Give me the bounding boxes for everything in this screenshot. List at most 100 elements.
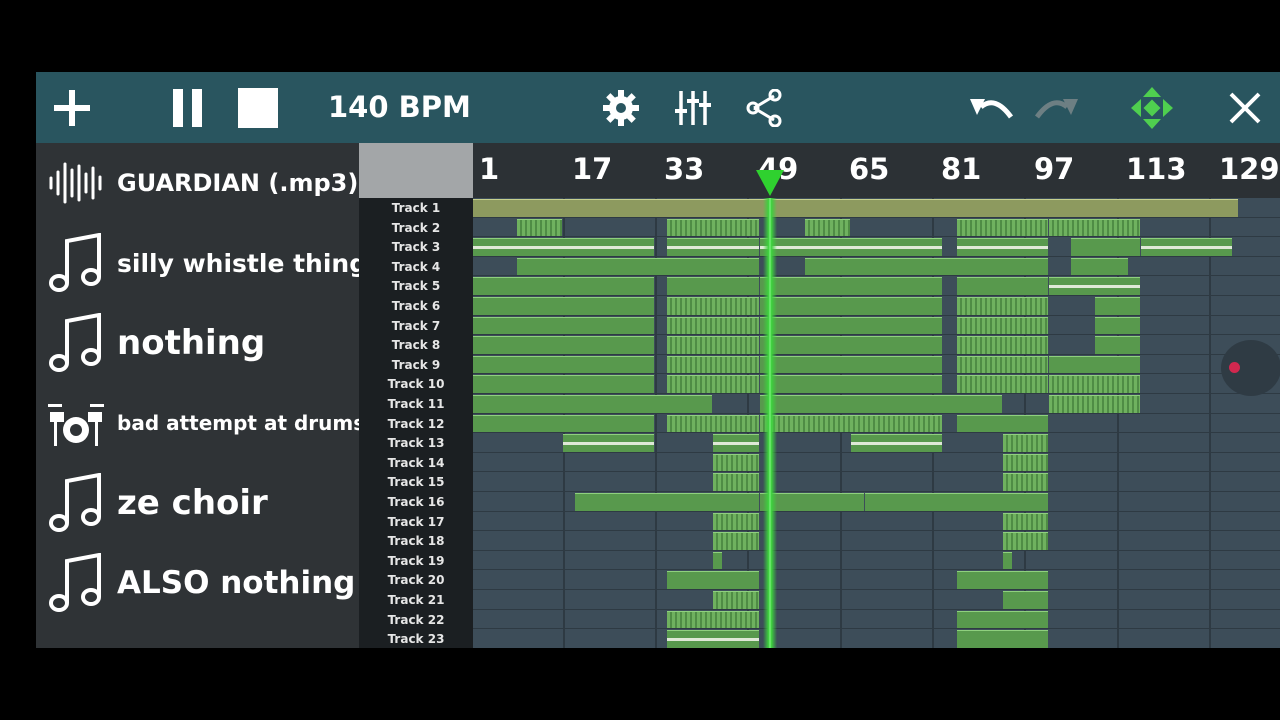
instrument-item[interactable]: GUARDIAN (.mp3) xyxy=(36,143,359,223)
pattern-clip[interactable] xyxy=(667,610,759,629)
close-button[interactable] xyxy=(1224,72,1266,143)
pattern-clip[interactable] xyxy=(667,414,759,433)
pattern-clip[interactable] xyxy=(473,395,712,413)
pattern-clip[interactable] xyxy=(1003,453,1048,472)
track-label[interactable]: Track 18 xyxy=(359,534,473,548)
instrument-item[interactable]: silly whistle thing xyxy=(36,223,359,303)
pause-button[interactable] xyxy=(168,72,208,143)
pattern-clip[interactable] xyxy=(667,316,759,335)
track-label[interactable]: Track 4 xyxy=(359,260,473,274)
pattern-clip[interactable] xyxy=(713,551,722,570)
track-label[interactable]: Track 9 xyxy=(359,358,473,372)
stop-button[interactable] xyxy=(236,72,280,143)
track-label[interactable]: Track 11 xyxy=(359,397,473,411)
pattern-clip[interactable] xyxy=(957,630,1048,648)
track-label[interactable]: Track 7 xyxy=(359,319,473,333)
settings-button[interactable] xyxy=(600,72,642,143)
pattern-clip[interactable] xyxy=(957,336,1048,354)
pattern-clip[interactable] xyxy=(473,277,654,295)
pattern-clip[interactable] xyxy=(851,434,942,452)
pattern-clip[interactable] xyxy=(667,571,759,589)
instrument-item[interactable]: bad attempt at drums xyxy=(36,383,359,463)
share-button[interactable] xyxy=(744,72,784,143)
pattern-clip[interactable] xyxy=(713,453,759,472)
pattern-clip[interactable] xyxy=(760,414,942,433)
redo-button[interactable] xyxy=(1032,72,1080,143)
pattern-clip[interactable] xyxy=(667,297,759,315)
pattern-clip[interactable] xyxy=(517,218,562,237)
pattern-clip[interactable] xyxy=(1095,316,1140,335)
pattern-clip[interactable] xyxy=(760,355,942,374)
pattern-clip[interactable] xyxy=(760,238,942,256)
track-label[interactable]: Track 8 xyxy=(359,338,473,352)
pattern-clip[interactable] xyxy=(667,336,759,354)
pattern-clip[interactable] xyxy=(1049,395,1140,413)
pattern-clip[interactable] xyxy=(563,434,654,452)
pattern-clip[interactable] xyxy=(713,473,759,491)
pattern-clip[interactable] xyxy=(957,355,1048,374)
track-label[interactable]: Track 17 xyxy=(359,515,473,529)
track-label[interactable]: Track 23 xyxy=(359,632,473,646)
pattern-clip[interactable] xyxy=(957,414,1048,433)
instrument-item[interactable]: ALSO nothing xyxy=(36,543,359,623)
track-label[interactable]: Track 13 xyxy=(359,436,473,450)
pattern-clip[interactable] xyxy=(667,218,759,237)
pattern-clip[interactable] xyxy=(473,355,654,374)
pattern-clip[interactable] xyxy=(1003,473,1048,491)
pattern-clip[interactable] xyxy=(760,316,942,335)
track-label[interactable]: Track 10 xyxy=(359,377,473,391)
pattern-clip[interactable] xyxy=(1003,532,1048,550)
pattern-clip[interactable] xyxy=(473,316,654,335)
pattern-clip[interactable] xyxy=(1003,551,1012,570)
pattern-clip[interactable] xyxy=(957,375,1048,393)
pattern-clip[interactable] xyxy=(713,512,759,531)
pattern-clip[interactable] xyxy=(957,571,1048,589)
playhead-marker[interactable] xyxy=(756,170,784,196)
pattern-clip[interactable] xyxy=(473,238,654,256)
track-label[interactable]: Track 3 xyxy=(359,240,473,254)
add-button[interactable] xyxy=(50,72,94,143)
track-label[interactable]: Track 22 xyxy=(359,613,473,627)
track-label[interactable]: Track 14 xyxy=(359,456,473,470)
instrument-item[interactable]: nothing xyxy=(36,303,359,383)
playhead[interactable] xyxy=(763,198,777,648)
pattern-clip[interactable] xyxy=(667,630,759,648)
track-label[interactable]: Track 19 xyxy=(359,554,473,568)
pattern-clip[interactable] xyxy=(1095,336,1140,354)
pattern-clip[interactable] xyxy=(805,257,1048,276)
pattern-clip[interactable] xyxy=(760,336,942,354)
pattern-clip[interactable] xyxy=(667,277,759,295)
pattern-clip[interactable] xyxy=(865,493,1048,511)
pattern-clip[interactable] xyxy=(760,375,942,393)
track-label[interactable]: Track 15 xyxy=(359,475,473,489)
pattern-clip[interactable] xyxy=(667,375,759,393)
track-label[interactable]: Track 12 xyxy=(359,417,473,431)
pattern-clip[interactable] xyxy=(1049,277,1140,295)
track-label[interactable]: Track 16 xyxy=(359,495,473,509)
pattern-clip[interactable] xyxy=(1095,297,1140,315)
pattern-clip[interactable] xyxy=(575,493,759,511)
track-label[interactable]: Track 6 xyxy=(359,299,473,313)
pattern-clip[interactable] xyxy=(1003,434,1048,452)
pattern-clip[interactable] xyxy=(517,257,759,276)
track-label[interactable]: Track 20 xyxy=(359,573,473,587)
pattern-clip[interactable] xyxy=(1049,218,1140,237)
mixer-button[interactable] xyxy=(672,72,714,143)
pattern-clip[interactable] xyxy=(957,610,1048,629)
pattern-clip[interactable] xyxy=(713,591,759,609)
pattern-clip[interactable] xyxy=(713,434,759,452)
pattern-clip[interactable] xyxy=(473,414,654,433)
pattern-clip[interactable] xyxy=(760,277,942,295)
pattern-clip[interactable] xyxy=(760,297,942,315)
move-button[interactable] xyxy=(1128,72,1176,143)
undo-button[interactable] xyxy=(968,72,1016,143)
pattern-clip[interactable] xyxy=(1049,375,1140,393)
pattern-clip[interactable] xyxy=(1003,591,1048,609)
pattern-clip[interactable] xyxy=(957,277,1048,295)
track-grid[interactable] xyxy=(473,198,1280,648)
pattern-clip[interactable] xyxy=(473,375,654,393)
track-label[interactable]: Track 21 xyxy=(359,593,473,607)
pattern-clip[interactable] xyxy=(1071,257,1128,276)
pattern-clip[interactable] xyxy=(667,238,759,256)
pattern-clip[interactable] xyxy=(760,395,1002,413)
